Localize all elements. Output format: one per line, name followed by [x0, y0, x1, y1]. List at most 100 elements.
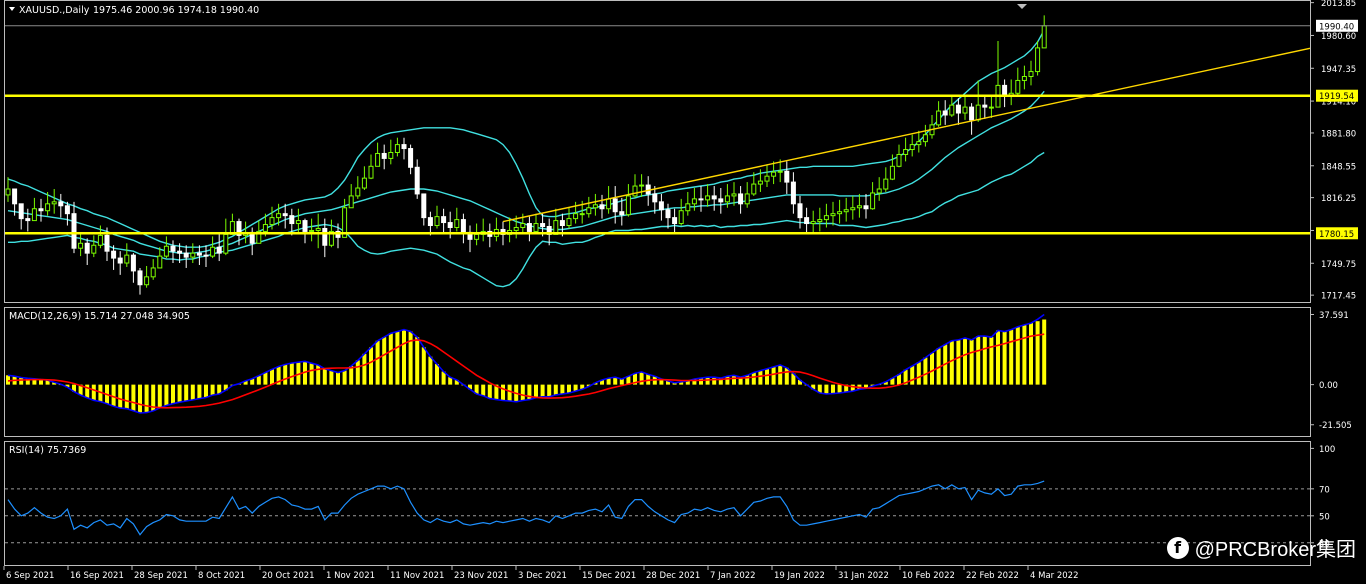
candle-body	[698, 198, 704, 201]
macd-histogram-bar	[402, 329, 406, 385]
price-tick-label: 1717.45	[1321, 292, 1356, 302]
candle-body	[533, 223, 539, 232]
macd-histogram-bar	[111, 384, 116, 407]
candle-body	[78, 242, 84, 249]
candle-body	[84, 242, 90, 254]
macd-histogram-bar	[263, 372, 268, 385]
candle-body	[375, 152, 381, 167]
candle-body	[111, 250, 117, 259]
macd-histogram-bar	[560, 384, 565, 394]
date-tick-label: 20 Oct 2021	[262, 571, 315, 581]
candle-body	[454, 219, 460, 228]
axes: 2013.851980.601947.351914.101881.801848.…	[3, 0, 1358, 581]
candle-body	[64, 205, 70, 215]
macd-histogram-bar	[349, 365, 354, 385]
candle-body	[177, 250, 183, 254]
candle-body	[672, 217, 678, 225]
candle-body	[355, 187, 361, 197]
bollinger-lower-band	[8, 151, 1045, 288]
candle-body	[982, 104, 988, 108]
trendline[interactable]	[502, 47, 1311, 223]
symbol-label: XAUUSD.,Daily	[19, 5, 90, 16]
macd-histogram-bar	[329, 370, 334, 385]
macd-tick-label: 37.591	[1319, 311, 1349, 321]
macd-histogram-bar	[916, 362, 921, 385]
candle-body	[955, 104, 961, 114]
macd-histogram-bar	[144, 384, 149, 413]
candle-body	[1035, 47, 1041, 73]
chart-shift-marker[interactable]	[1017, 4, 1027, 9]
macd-histogram-bar	[963, 337, 967, 385]
candle-body	[474, 233, 480, 240]
macd-histogram-bar	[824, 384, 829, 394]
rsi-tick-label: 100	[1319, 445, 1335, 455]
candle-body	[434, 216, 440, 227]
macd-histogram-bar	[316, 365, 321, 385]
candle-body	[388, 151, 394, 159]
macd-histogram-bar	[91, 384, 96, 401]
candle-body	[962, 106, 968, 114]
candle-body	[632, 185, 638, 197]
candle-body	[685, 203, 691, 212]
macd-histogram-bar	[534, 384, 538, 398]
price-tick-label: 1816.25	[1321, 194, 1356, 204]
candle-body	[764, 175, 770, 182]
date-tick-label: 28 Sep 2021	[134, 571, 188, 581]
candle-body	[51, 201, 57, 205]
candle-body	[705, 195, 711, 201]
macd-histogram-bar	[19, 377, 24, 385]
macd-histogram-bar	[1029, 323, 1033, 385]
macd-histogram-bar	[501, 384, 505, 401]
macd-histogram-bar	[976, 336, 981, 385]
candle-body	[909, 144, 915, 151]
candle-body	[5, 188, 11, 196]
bollinger-middle-band	[7, 90, 1045, 254]
candle-body	[427, 217, 433, 227]
candle-body	[381, 152, 387, 159]
macd-histogram-bar	[197, 384, 202, 399]
symbol-menu-arrow-icon[interactable]	[9, 7, 15, 11]
candle-body	[210, 246, 216, 257]
date-tick-label: 8 Oct 2021	[198, 571, 245, 581]
macd-histogram-bar	[705, 377, 710, 385]
candle-body	[520, 223, 526, 228]
macd-histogram-bar	[322, 368, 327, 385]
candle-body	[282, 213, 288, 217]
candle-body	[559, 220, 565, 227]
macd-histogram-bar	[567, 384, 571, 394]
candle-body	[883, 178, 889, 190]
candle-body	[1021, 76, 1027, 81]
candle-body	[295, 220, 301, 225]
macd-histogram-bar	[745, 375, 750, 385]
candle-body	[190, 252, 196, 258]
macd-histogram-bar	[487, 384, 492, 399]
candle-body	[348, 195, 354, 209]
date-tick-label: 16 Sep 2021	[70, 571, 124, 581]
candle-body	[988, 106, 994, 109]
candle-body	[870, 192, 876, 210]
macd-tick-label: 0.00	[1319, 381, 1338, 391]
candle-body	[361, 177, 367, 189]
candle-body	[540, 223, 546, 228]
candle-body	[612, 198, 618, 213]
macd-histogram-bar	[6, 375, 10, 385]
candle-body	[804, 217, 810, 225]
macd-histogram-bar	[342, 370, 347, 385]
candle-body	[97, 234, 103, 246]
macd-histogram-bar	[124, 384, 129, 409]
trading-chart[interactable]: 2013.851980.601947.351914.101881.801848.…	[0, 0, 1366, 584]
macd-histogram-bar	[289, 362, 294, 385]
date-tick-label: 22 Feb 2022	[966, 571, 1019, 581]
macd-line	[7, 313, 1045, 414]
candle-body	[150, 267, 156, 278]
macd-histogram-bar	[1022, 324, 1027, 385]
candle-body	[289, 215, 295, 225]
macd-histogram-bar	[382, 337, 387, 385]
price-plot	[5, 15, 1311, 295]
macd-label: MACD(12,26,9) 15.714 27.048 34.905	[9, 311, 190, 322]
macd-histogram-bar	[1009, 329, 1014, 385]
candle-body	[566, 218, 572, 227]
candle-body	[579, 213, 585, 216]
macd-tick-label: -21.505	[1319, 421, 1352, 431]
macd-histogram-bar	[481, 384, 486, 396]
